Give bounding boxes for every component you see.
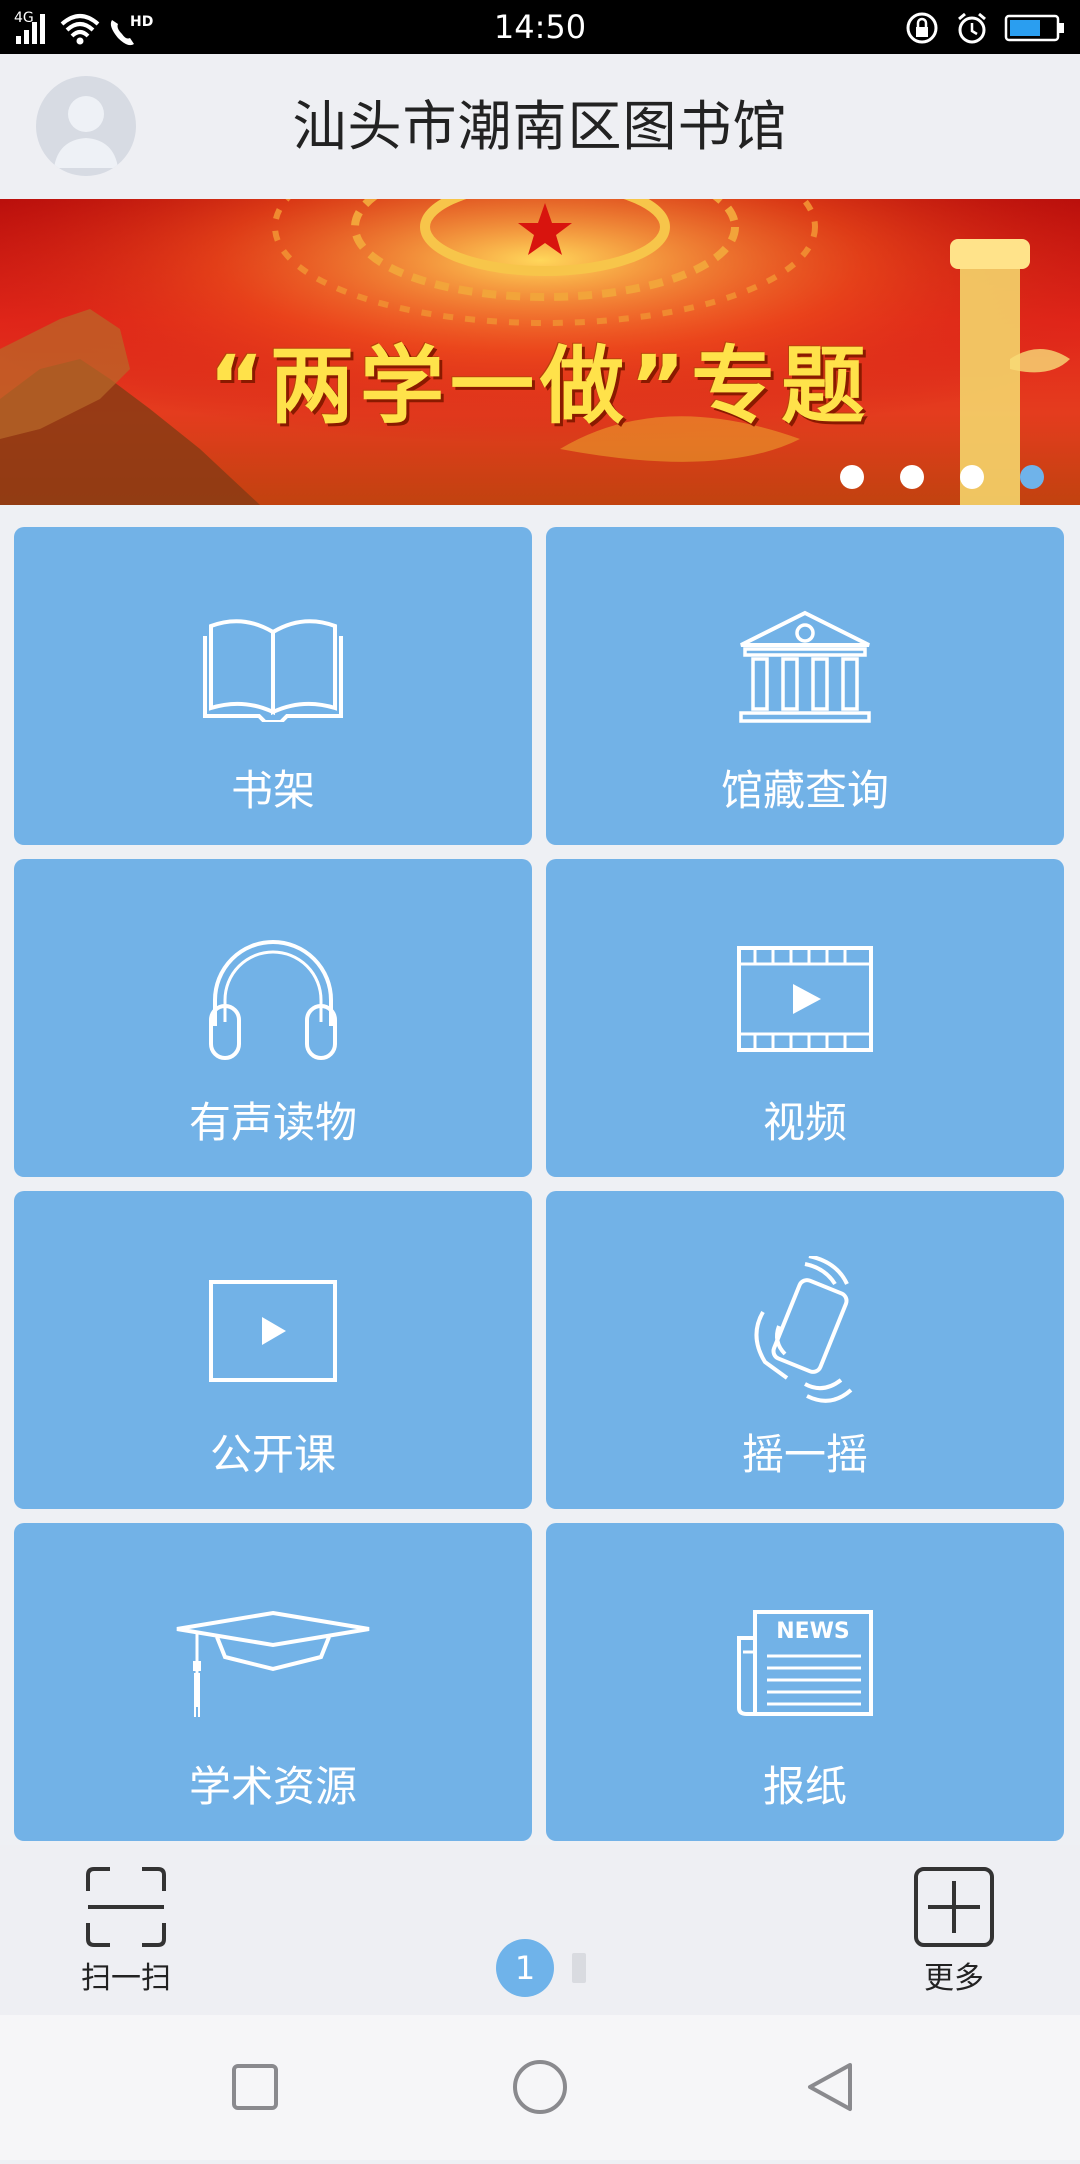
nav-buttons: [232, 2060, 852, 2114]
square-icon: [232, 2064, 278, 2110]
status-right: [904, 6, 1066, 50]
tile-newspaper[interactable]: NEWS 报纸: [546, 1523, 1064, 1841]
carousel-dot-active[interactable]: [1020, 465, 1044, 489]
back-button[interactable]: [808, 2063, 852, 2111]
open-book-icon: [203, 619, 343, 722]
headphones-icon: [209, 940, 337, 1060]
recent-apps-button[interactable]: [232, 2064, 278, 2110]
carousel-dot[interactable]: [900, 465, 924, 489]
tile-label: 书架: [230, 766, 315, 815]
tile-icon-wrap: [14, 607, 532, 727]
tile-video[interactable]: 视频: [546, 859, 1064, 1177]
battery-icon: [1004, 14, 1064, 42]
scan-label: 扫一扫: [81, 1961, 171, 1996]
tile-icon-wrap: [546, 939, 1064, 1059]
play-screen-icon: [209, 1280, 337, 1382]
more-label: 更多: [924, 1961, 984, 1996]
tile-label: 报纸: [762, 1762, 847, 1811]
tile-label: 视频: [762, 1098, 847, 1147]
graduation-cap-icon: [176, 1610, 370, 1717]
newspaper-icon: NEWS: [737, 1610, 873, 1716]
banner-title: “两学一做”专题: [208, 337, 872, 435]
status-bar: 4G HD 14:50: [0, 0, 1080, 54]
page-indicator-next[interactable]: [572, 1953, 586, 1983]
tile-icon-wrap: [546, 1256, 1064, 1403]
triangle-back-icon: [808, 2063, 852, 2111]
tile-icon-wrap: NEWS: [546, 1603, 1064, 1723]
tile-icon-wrap: [546, 607, 1064, 727]
plus-box-icon: [914, 1867, 994, 1947]
tile-bookshelf[interactable]: 书架: [14, 527, 532, 845]
news-icon-text: NEWS: [776, 1619, 850, 1644]
app-header: 汕头市潮南区图书馆: [0, 54, 1080, 199]
banner-carousel[interactable]: “两学一做”专题: [0, 199, 1080, 505]
carousel-indicators: [840, 465, 1044, 489]
video-film-icon: [737, 946, 873, 1052]
circle-icon: [513, 2060, 567, 2114]
tile-icon-wrap: [14, 1603, 532, 1723]
rotation-lock-icon: [906, 12, 938, 44]
alarm-icon: [958, 12, 986, 44]
tile-audiobooks[interactable]: 有声读物: [14, 859, 532, 1177]
tile-icon-wrap: [14, 939, 532, 1060]
tile-label: 摇一摇: [741, 1430, 868, 1479]
tile-academic-resources[interactable]: 学术资源: [14, 1523, 532, 1841]
bottom-toolbar: 扫一扫 1 更多: [0, 1845, 1080, 2015]
tile-label: 学术资源: [188, 1762, 357, 1811]
scan-icon: [86, 1867, 166, 1947]
tile-shake[interactable]: 摇一摇: [546, 1191, 1064, 1509]
system-nav-bar: [0, 2015, 1080, 2160]
page-indicator-current[interactable]: 1: [496, 1939, 554, 1997]
page-title: 汕头市潮南区图书馆: [292, 95, 788, 158]
tile-icon-wrap: [14, 1271, 532, 1391]
tile-collection-search[interactable]: 馆藏查询: [546, 527, 1064, 845]
carousel-dot[interactable]: [840, 465, 864, 489]
tile-label: 馆藏查询: [720, 766, 889, 815]
carousel-dot[interactable]: [960, 465, 984, 489]
tile-label: 有声读物: [188, 1098, 357, 1147]
tile-label: 公开课: [209, 1430, 336, 1479]
home-button[interactable]: [513, 2060, 567, 2114]
scan-button[interactable]: 扫一扫: [66, 1865, 186, 1997]
shake-phone-icon: [754, 1256, 853, 1403]
more-button[interactable]: 更多: [894, 1865, 1014, 1997]
tile-open-course[interactable]: 公开课: [14, 1191, 532, 1509]
library-building-icon: [739, 610, 871, 723]
